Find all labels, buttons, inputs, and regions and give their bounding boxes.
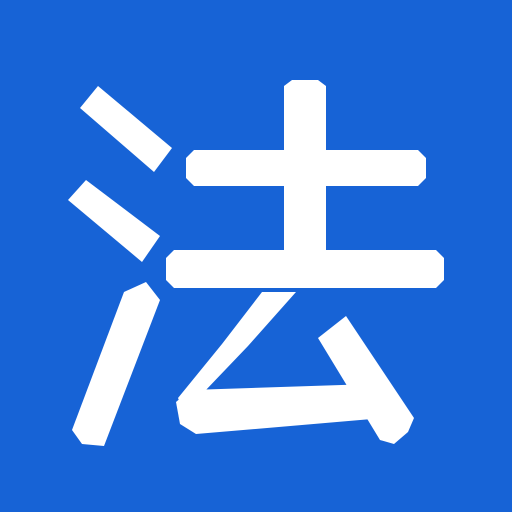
glyph-vertical [284,80,326,276]
glyph-lower-horizontal [166,250,444,288]
fa-glyph-icon [0,0,512,512]
app-icon[interactable] [0,0,512,512]
